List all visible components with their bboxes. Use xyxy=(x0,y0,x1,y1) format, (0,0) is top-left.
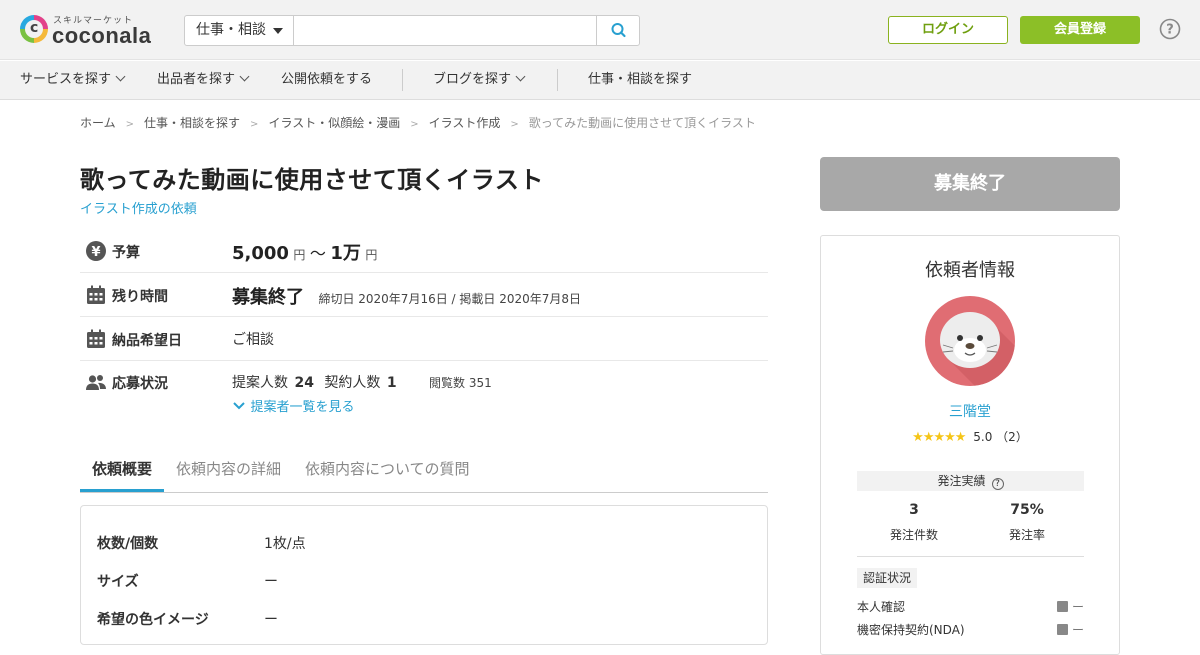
calendar-icon xyxy=(87,285,105,304)
login-button[interactable]: ログイン xyxy=(888,16,1008,44)
remaining-value: 募集終了 締切日 2020年7月16日 / 掲載日 2020年7月8日 xyxy=(232,287,582,308)
status-label: 応募状況 xyxy=(112,376,168,392)
help-icon[interactable]: ? xyxy=(1159,18,1181,40)
rating-stars: ★★★★★ xyxy=(912,430,966,445)
breadcrumb-jobs[interactable]: 仕事・相談を探す xyxy=(144,114,240,131)
chevron-down-icon xyxy=(239,71,250,82)
main-nav: サービスを探す 出品者を探す 公開依頼をする ブログを探す 仕事・相談を探す xyxy=(0,61,1200,100)
client-info-panel: 依頼者情報 三階堂 ★★★★★ 5.0 （2） 発注実績? 3 発注件数 75%… xyxy=(820,235,1120,655)
remaining-label: 残り時間 xyxy=(112,289,168,305)
order-count-stat: 3 発注件数 xyxy=(857,502,971,543)
yen-icon: ¥ xyxy=(86,241,106,261)
delivery-value: ご相談 xyxy=(232,332,274,348)
detail-label: 希望の色イメージ xyxy=(97,612,209,628)
tab-details[interactable]: 依頼内容の詳細 xyxy=(176,458,281,492)
tab-overview[interactable]: 依頼概要 xyxy=(80,458,164,492)
coconala-logo[interactable]: c スキルマーケット coconala xyxy=(20,12,170,48)
rating-text: 5.0 （2） xyxy=(973,430,1028,444)
verification-row: 機密保持契約(NDA) ー xyxy=(857,623,1084,637)
logo-text: coconala xyxy=(52,23,152,48)
divider xyxy=(857,556,1084,557)
proposers-link[interactable]: 提案者一覧を見る xyxy=(232,396,354,415)
order-count-label: 発注件数 xyxy=(889,528,938,542)
client-rating: ★★★★★ 5.0 （2） xyxy=(821,428,1119,445)
search-category-select[interactable]: 仕事・相談 xyxy=(185,16,294,45)
search-input[interactable] xyxy=(295,16,597,45)
detail-label: 枚数/個数 xyxy=(97,536,159,552)
avatar[interactable] xyxy=(925,296,1015,386)
id-card-icon xyxy=(1056,601,1068,612)
request-details-card: 枚数/個数 1枚/点 サイズ ー 希望の色イメージ ー xyxy=(80,505,768,645)
page-title: 歌ってみた動画に使用させて頂くイラスト xyxy=(80,166,544,194)
search-icon xyxy=(611,23,626,38)
nav-find-sellers[interactable]: 出品者を探す xyxy=(157,61,250,99)
tab-questions[interactable]: 依頼内容についての質問 xyxy=(305,458,470,492)
search-bar: 仕事・相談 xyxy=(184,15,640,46)
delivery-row: 納品希望日 ご相談 xyxy=(80,317,768,361)
application-counts: 提案人数 24 契約人数 1 閲覧数 351 xyxy=(232,375,492,391)
order-history-heading: 発注実績? xyxy=(857,471,1084,491)
request-info-table: ¥ 予算 5,000 円 〜 1万 円 残り時間 募集終了 締切日 2020年7… xyxy=(80,229,768,421)
search-category-label: 仕事・相談 xyxy=(196,22,266,38)
views-count: 閲覧数 351 xyxy=(429,376,492,390)
remaining-row: 残り時間 募集終了 締切日 2020年7月16日 / 掲載日 2020年7月8日 xyxy=(80,273,768,317)
deadline-text: 締切日 2020年7月16日 / 掲載日 2020年7月8日 xyxy=(318,292,582,306)
verification-heading: 認証状況 xyxy=(857,568,918,588)
caret-down-icon xyxy=(273,28,283,34)
breadcrumb-illust-create[interactable]: イラスト作成 xyxy=(429,114,501,131)
tab-bar: 依頼概要 依頼内容の詳細 依頼内容についての質問 xyxy=(80,446,768,493)
search-button[interactable] xyxy=(596,16,639,45)
detail-label: サイズ xyxy=(97,574,139,590)
nav-divider xyxy=(402,69,403,91)
breadcrumb: ホーム > 仕事・相談を探す > イラスト・似顔絵・漫画 > イラスト作成 > 歌ってみた動画に… xyxy=(80,114,756,131)
seal-avatar-icon xyxy=(940,312,1015,386)
nav-find-services[interactable]: サービスを探す xyxy=(20,61,126,99)
breadcrumb-current: 歌ってみた動画に使用させて頂くイラスト xyxy=(528,116,756,130)
order-rate-value: 75% xyxy=(1010,502,1044,518)
category-link[interactable]: イラスト作成の依頼 xyxy=(80,198,197,217)
budget-label: 予算 xyxy=(112,245,140,261)
chevron-down-icon xyxy=(515,71,526,82)
delivery-label: 納品希望日 xyxy=(112,333,182,349)
application-status-row: 応募状況 提案人数 24 契約人数 1 閲覧数 351 提案者一覧を見る xyxy=(80,361,768,421)
order-count-value: 3 xyxy=(909,502,919,518)
calendar-icon xyxy=(87,329,105,348)
budget-value: 5,000 円 〜 1万 円 xyxy=(232,243,378,264)
detail-value: ー xyxy=(264,612,278,628)
nav-find-blogs[interactable]: ブログを探す xyxy=(433,61,526,99)
nav-divider xyxy=(557,69,558,91)
svg-text:?: ? xyxy=(1166,23,1174,38)
users-icon xyxy=(86,375,106,390)
order-rate-stat: 75% 発注率 xyxy=(970,502,1084,543)
proposals-count: 24 xyxy=(294,375,314,391)
register-button[interactable]: 会員登録 xyxy=(1020,16,1140,44)
budget-row: ¥ 予算 5,000 円 〜 1万 円 xyxy=(80,229,768,273)
breadcrumb-home[interactable]: ホーム xyxy=(80,114,116,131)
nav-find-jobs[interactable]: 仕事・相談を探す xyxy=(588,61,692,99)
order-rate-label: 発注率 xyxy=(1008,528,1045,542)
contracts-count: 1 xyxy=(386,375,397,391)
verification-row: 本人確認 ー xyxy=(857,600,1084,614)
nav-post-request[interactable]: 公開依頼をする xyxy=(281,61,372,99)
svg-text:¥: ¥ xyxy=(91,245,100,260)
detail-value: ー xyxy=(264,574,278,590)
detail-value: 1枚/点 xyxy=(264,536,306,552)
chevron-down-icon xyxy=(233,402,245,410)
site-header: c スキルマーケット coconala 仕事・相談 ログイン 会員登録 ? xyxy=(0,0,1200,60)
question-icon[interactable]: ? xyxy=(991,478,1004,490)
client-username[interactable]: 三階堂 xyxy=(821,401,1119,421)
client-heading: 依頼者情報 xyxy=(925,260,1015,281)
breadcrumb-illustration[interactable]: イラスト・似顔絵・漫画 xyxy=(268,114,400,131)
chevron-down-icon xyxy=(115,71,126,82)
recruitment-closed-button: 募集終了 xyxy=(820,157,1120,211)
